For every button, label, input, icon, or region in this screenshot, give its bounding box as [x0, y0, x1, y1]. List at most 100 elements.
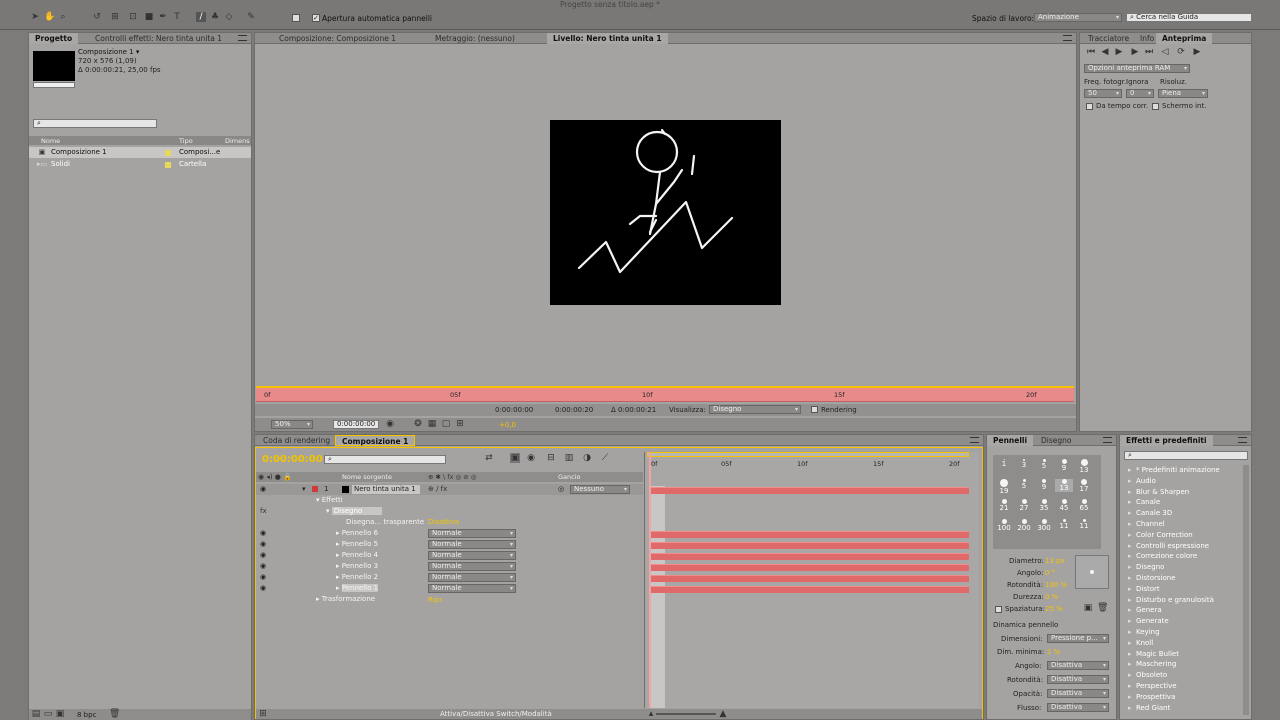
panel-menu-icon[interactable] [970, 437, 979, 443]
rendering-checkbox[interactable] [811, 406, 818, 413]
help-search-field[interactable]: ⌕ Cerca nella Guida [1126, 13, 1252, 22]
zoom-select[interactable]: 50% [271, 420, 313, 429]
delete-brush-icon[interactable]: 🗑 [1097, 603, 1108, 613]
visibility-icon[interactable]: ◉ [260, 584, 266, 592]
from-current-checkbox[interactable] [1086, 103, 1093, 110]
effects-category[interactable]: Obsoleto [1124, 670, 1242, 681]
region-icon[interactable]: ▢ [441, 419, 451, 429]
column-type[interactable]: Tipo [179, 137, 193, 145]
tab-composition-timeline[interactable]: Composizione 1 [335, 435, 416, 446]
zoom-slider[interactable] [656, 713, 716, 715]
tab-render-queue[interactable]: Coda di rendering [257, 435, 336, 446]
skip-select[interactable]: 0 [1126, 89, 1154, 98]
brush-mode-select[interactable]: Normale [428, 584, 516, 593]
ram-options-select[interactable]: Opzioni anteprima RAM [1084, 64, 1190, 73]
brush-tip[interactable]: 11 [1075, 519, 1093, 530]
live-update-icon[interactable]: ▣ [510, 453, 520, 463]
parent-select[interactable]: Nessuno [570, 485, 630, 494]
frame-blend-icon[interactable]: ▥ [564, 453, 574, 463]
roundness-value[interactable]: 100 % [1045, 581, 1067, 589]
column-dim[interactable]: Dimens [225, 137, 250, 145]
next-frame-icon[interactable]: ▶ [1130, 47, 1140, 57]
effects-category[interactable]: Perspective [1124, 681, 1242, 692]
pan-behind-tool-icon[interactable]: ⊡ [128, 12, 138, 22]
spacing-value[interactable]: 25 % [1045, 605, 1063, 613]
brush-tip[interactable]: 65 [1075, 499, 1093, 512]
brush-duration-bar[interactable] [651, 553, 969, 560]
brush-row[interactable]: ◉ ▸ Pennello 1 Normale [256, 583, 643, 594]
new-comp-icon[interactable]: ▣ [55, 709, 65, 719]
tab-effect-controls[interactable]: Controlli effetti: Nero tinta unita 1 [89, 33, 228, 44]
brush-tip[interactable]: 27 [1015, 499, 1033, 512]
timecode-display[interactable]: 0:00:00:00 [262, 454, 323, 465]
full-screen-checkbox[interactable] [1152, 103, 1159, 110]
effects-category[interactable]: Maschering [1124, 659, 1242, 670]
dyn-roundness-select[interactable]: Disattiva [1047, 675, 1109, 684]
brush-tool-icon[interactable]: / [196, 12, 206, 22]
brush-row[interactable]: ◉ ▸ Pennello 5 Normale [256, 539, 643, 550]
brush-row[interactable]: ◉ ▸ Pennello 3 Normale [256, 561, 643, 572]
effects-category[interactable]: Prospettiva [1124, 692, 1242, 703]
effects-category[interactable]: Keying [1124, 627, 1242, 638]
brush-tip[interactable]: 1 [995, 459, 1013, 468]
visibility-icon[interactable]: ◉ [260, 529, 266, 537]
column-source-name[interactable]: Nome sorgente [342, 473, 392, 481]
project-item-comp[interactable]: ▣ Composizione 1 Composi...e [29, 147, 251, 158]
motion-blur-icon[interactable]: ◑ [582, 453, 592, 463]
timeline-ruler[interactable]: 0f 05f 10f 15f 20f [647, 460, 969, 470]
mask-tool-icon[interactable]: ■ [144, 12, 154, 22]
brush-mode-select[interactable]: Normale [428, 529, 516, 538]
brush-duration-bar[interactable] [651, 531, 969, 538]
camera-tool-icon[interactable]: ⊞ [110, 12, 120, 22]
tab-project[interactable]: Progetto [29, 33, 79, 44]
layer-name[interactable]: Nero tinta unita 1 [352, 485, 420, 494]
brush-tip[interactable]: 45 [1055, 499, 1073, 512]
brush-tip[interactable]: 9 [1055, 459, 1073, 472]
visibility-icon[interactable]: ◉ [260, 551, 266, 559]
tab-layer[interactable]: Livello: Nero tinta unita 1 [547, 33, 668, 44]
paint-effect[interactable]: ▾ Disegno [326, 507, 383, 515]
effects-category[interactable]: Color Correction [1124, 530, 1242, 541]
panel-menu-icon[interactable] [1063, 35, 1072, 41]
text-tool-icon[interactable]: T [172, 12, 182, 22]
selection-tool-icon[interactable]: ➤ [30, 12, 40, 22]
layer-switches[interactable]: ⊕ / fx [428, 485, 447, 493]
visibility-icon[interactable]: ◉ [260, 540, 266, 548]
tab-composition[interactable]: Composizione: Composizione 1 [273, 33, 402, 44]
panel-menu-icon[interactable] [1238, 437, 1247, 443]
hardness-value[interactable]: 0 % [1045, 593, 1058, 601]
paint-transparent-value[interactable]: Disattiva [428, 518, 459, 526]
zoom-out-icon[interactable]: ▴ [646, 709, 656, 719]
view-select[interactable]: Disegno [709, 405, 801, 414]
exposure-value[interactable]: +0,0 [499, 421, 516, 429]
transform-group[interactable]: ▸ Trasformazione [316, 595, 375, 603]
effects-category[interactable]: Blur & Sharpen [1124, 487, 1242, 498]
toggle-switches-modes[interactable]: Attiva/Disattiva Switch/Modalità [440, 710, 552, 718]
eraser-tool-icon[interactable]: ◇ [224, 12, 234, 22]
play-icon[interactable]: ▶ [1114, 47, 1124, 57]
brush-mode-select[interactable]: Normale [428, 573, 516, 582]
timecode-field[interactable]: 0:00:00:00 [333, 420, 379, 429]
work-area-bar[interactable] [647, 452, 969, 457]
save-brush-icon[interactable]: ▣ [1083, 603, 1093, 613]
diameter-value[interactable]: 13 px [1045, 557, 1065, 565]
parent-pickwhip-icon[interactable]: ◎ [558, 485, 564, 493]
resolution-icon[interactable]: ▦ [427, 419, 437, 429]
graph-editor-icon[interactable]: ⟋ [600, 453, 610, 463]
time-ruler[interactable]: 0f 05f 10f 15f 20f [256, 386, 1074, 402]
new-folder-icon[interactable]: ▭ [43, 709, 53, 719]
grid-icon[interactable]: ⊞ [455, 419, 465, 429]
effects-category[interactable]: Red Giant [1124, 703, 1242, 714]
tab-effects-presets[interactable]: Effetti e predefiniti [1120, 435, 1213, 446]
transform-reset[interactable]: Ripr. [428, 596, 444, 604]
frame-rate-select[interactable]: 50 [1084, 89, 1122, 98]
brush-duration-bar[interactable] [651, 542, 969, 549]
brush-tip[interactable]: 11 [1055, 519, 1073, 530]
effects-category[interactable]: Knoll [1124, 638, 1242, 649]
loop-icon[interactable]: ⟳ [1176, 47, 1186, 57]
track-area[interactable]: 0f 05f 10f 15f 20f [644, 452, 979, 708]
effects-category[interactable]: Channel [1124, 519, 1242, 530]
panel-menu-icon[interactable] [1103, 437, 1112, 443]
expand-arrow-icon[interactable]: ▾ [302, 485, 306, 493]
effects-category[interactable]: Genera [1124, 605, 1242, 616]
